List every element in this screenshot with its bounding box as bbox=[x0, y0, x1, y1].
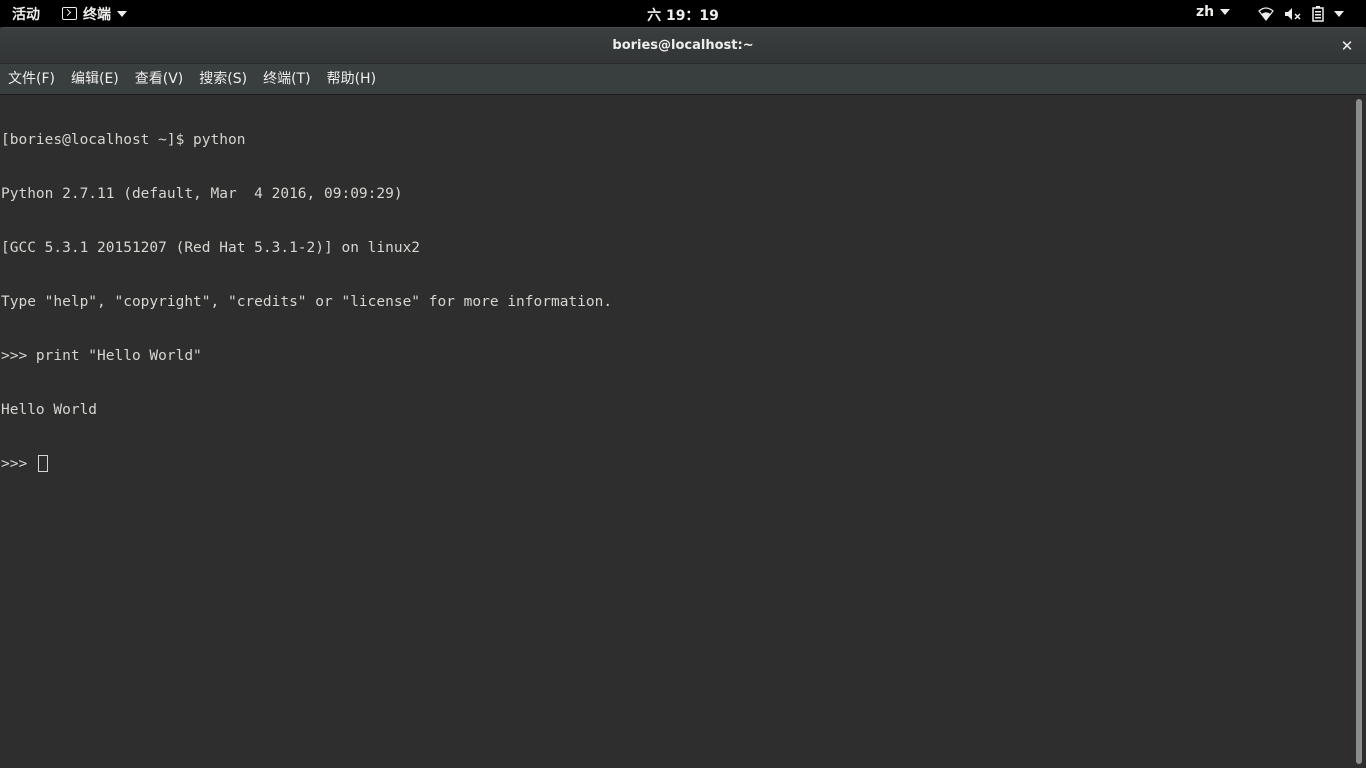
system-status-menu[interactable] bbox=[1258, 4, 1344, 24]
terminal-line: [GCC 5.3.1 20151207 (Red Hat 5.3.1-2)] o… bbox=[1, 240, 421, 256]
input-method-label: zh bbox=[1196, 4, 1215, 20]
terminal-scrollbar[interactable] bbox=[1352, 95, 1366, 768]
close-button[interactable]: ✕ bbox=[1337, 36, 1357, 56]
terminal-line: Python 2.7.11 (default, Mar 4 2016, 09:0… bbox=[1, 186, 403, 202]
app-menu-button[interactable]: 终端 bbox=[62, 3, 127, 24]
input-method-button[interactable]: zh bbox=[1196, 4, 1231, 20]
terminal-line: [bories@localhost ~]$ python bbox=[1, 132, 246, 148]
clock[interactable]: 六 19：19 bbox=[647, 8, 719, 24]
activities-button[interactable]: 活动 bbox=[12, 4, 40, 24]
clock-container: 六 19：19 bbox=[0, 5, 1366, 25]
menu-terminal[interactable]: 终端(T) bbox=[257, 64, 316, 94]
chevron-down-icon bbox=[1334, 11, 1344, 17]
wifi-icon bbox=[1258, 7, 1274, 21]
terminal-line: Hello World bbox=[1, 402, 98, 418]
chevron-down-icon bbox=[117, 10, 127, 17]
menu-file[interactable]: 文件(F) bbox=[2, 64, 61, 94]
menu-search[interactable]: 搜索(S) bbox=[193, 64, 253, 94]
python-prompt: >>> bbox=[1, 456, 36, 472]
top-bar: 活动 终端 六 19：19 zh bbox=[0, 0, 1366, 27]
terminal-line: >>> print "Hello World" bbox=[1, 348, 202, 364]
scrollbar-thumb[interactable] bbox=[1356, 99, 1362, 764]
text-cursor bbox=[37, 455, 48, 472]
app-menu-label: 终端 bbox=[83, 6, 111, 23]
menu-help[interactable]: 帮助(H) bbox=[321, 64, 382, 94]
terminal-line: Type "help", "copyright", "credits" or "… bbox=[1, 294, 613, 310]
terminal-window: bories@localhost:~ ✕ 文件(F) 编辑(E) 查看(V) 搜… bbox=[0, 27, 1366, 768]
battery-icon bbox=[1312, 6, 1324, 22]
window-title: bories@localhost:~ bbox=[612, 38, 754, 53]
menu-edit[interactable]: 编辑(E) bbox=[65, 64, 125, 94]
chevron-down-icon bbox=[1220, 9, 1231, 15]
menu-view[interactable]: 查看(V) bbox=[129, 64, 190, 94]
volume-muted-icon bbox=[1285, 8, 1301, 20]
window-titlebar[interactable]: bories@localhost:~ ✕ bbox=[0, 27, 1366, 63]
menu-bar: 文件(F) 编辑(E) 查看(V) 搜索(S) 终端(T) 帮助(H) bbox=[0, 63, 1366, 95]
prompt-line: >>> bbox=[1, 455, 1352, 473]
terminal-output[interactable]: [bories@localhost ~]$ python Python 2.7.… bbox=[0, 95, 1352, 768]
terminal-icon bbox=[62, 7, 77, 20]
